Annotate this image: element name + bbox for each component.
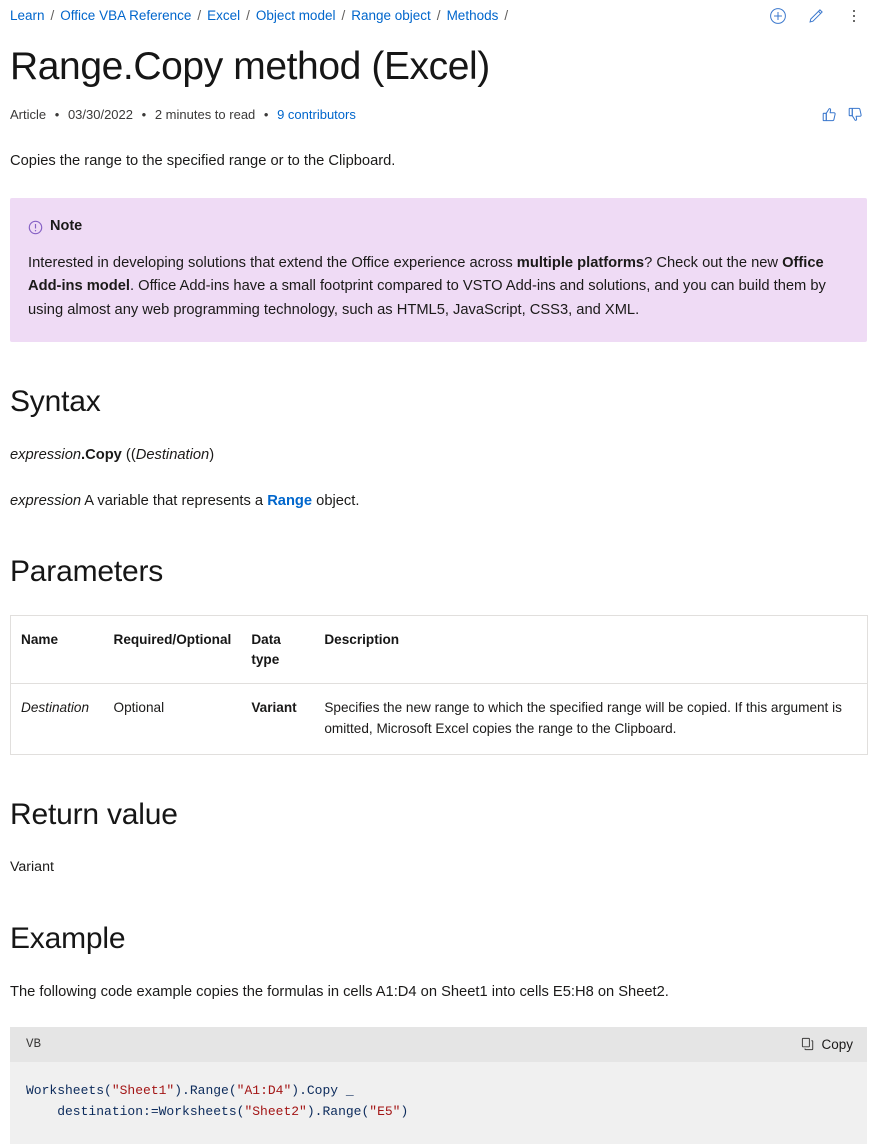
code-line1-string-range: "A1:D4" xyxy=(236,1082,292,1098)
info-circle-icon xyxy=(28,220,43,235)
syntax-desc-expression: expression xyxy=(10,492,82,509)
syntax-desc-middle: A variable that represents a xyxy=(81,492,268,509)
code-line2-part-a: destination:=Worksheets( xyxy=(26,1103,245,1119)
add-to-collection-icon[interactable] xyxy=(769,7,787,25)
table-header-row: Name Required/Optional Data type Descrip… xyxy=(10,615,868,685)
parameters-table-head: Name Required/Optional Data type Descrip… xyxy=(10,615,868,685)
syntax-parameter: Destination xyxy=(135,446,210,463)
page-title: Range.Copy method (Excel) xyxy=(10,45,490,88)
meta-read-time: 2 minutes to read xyxy=(154,106,256,122)
note-bold-multiple-platforms: multiple platforms xyxy=(516,255,645,272)
syntax-description: expression A variable that represents a … xyxy=(10,490,867,512)
code-line1-string-sheet1: "Sheet1" xyxy=(111,1082,175,1098)
table-row: Destination Optional Variant Specifies t… xyxy=(11,684,868,755)
breadcrumb-item-excel[interactable]: Excel xyxy=(207,6,240,26)
meta-type: Article xyxy=(10,106,47,122)
column-header-name: Name xyxy=(10,615,104,685)
breadcrumb-item-range-object[interactable]: Range object xyxy=(351,6,431,26)
note-text-part2: ? Check out the new xyxy=(644,255,783,272)
copy-icon xyxy=(802,1038,814,1051)
kebab-dot xyxy=(852,14,856,18)
breadcrumb: Learn / Office VBA Reference / Excel / O… xyxy=(10,6,769,26)
syntax-open-paren: ( xyxy=(121,446,131,463)
parameters-table-body: Destination Optional Variant Specifies t… xyxy=(11,684,868,755)
example-description: The following code example copies the fo… xyxy=(10,983,669,1000)
article-meta: Article • 03/30/2022 • 2 minutes to read… xyxy=(10,105,821,125)
code-line1-part-b: ).Range( xyxy=(174,1082,237,1098)
code-block-header: VB Copy xyxy=(10,1026,867,1062)
copy-button-label: Copy xyxy=(821,1036,853,1052)
kebab-dot xyxy=(852,9,856,13)
code-line2-part-b: ).Range( xyxy=(306,1103,370,1119)
breadcrumb-item-learn[interactable]: Learn xyxy=(10,6,45,26)
edit-icon[interactable] xyxy=(807,7,825,25)
column-header-data-type: Data type xyxy=(241,615,315,685)
section-heading-parameters: Parameters xyxy=(10,554,164,588)
breadcrumb-item-object-model[interactable]: Object model xyxy=(256,6,336,26)
breadcrumb-separator: / xyxy=(50,7,55,23)
breadcrumb-item-office-vba-reference[interactable]: Office VBA Reference xyxy=(60,6,191,26)
cell-required-optional: Optional xyxy=(113,700,165,716)
note-text-part3: . Office Add-ins have a small footprint … xyxy=(28,278,826,318)
meta-separator: • xyxy=(263,106,269,122)
code-content[interactable]: Worksheets("Sheet1").Range("A1:D4").Copy… xyxy=(10,1061,867,1144)
intro-paragraph: Copies the range to the specified range … xyxy=(10,153,396,170)
code-line2-string-sheet2: "Sheet2" xyxy=(244,1103,307,1119)
top-bar: Learn / Office VBA Reference / Excel / O… xyxy=(10,0,867,27)
breadcrumb-separator: / xyxy=(197,7,202,23)
feedback-controls xyxy=(821,106,867,123)
more-options-icon[interactable] xyxy=(845,7,863,25)
note-text-part1: Interested in developing solutions that … xyxy=(28,255,517,272)
breadcrumb-item-methods[interactable]: Methods xyxy=(447,6,499,26)
cell-data-type: Variant xyxy=(251,700,297,716)
section-heading-syntax: Syntax xyxy=(10,384,101,418)
thumbs-up-icon[interactable] xyxy=(821,106,838,123)
syntax-signature: expression.Copy ((Destination) xyxy=(10,446,215,463)
column-header-required-optional: Required/Optional xyxy=(103,615,242,685)
note-label: Note xyxy=(50,218,83,235)
documentation-page: Learn / Office VBA Reference / Excel / O… xyxy=(0,0,877,1144)
meta-separator: • xyxy=(54,106,60,122)
thumbs-down-icon[interactable] xyxy=(847,106,864,123)
breadcrumb-separator: / xyxy=(436,7,441,23)
article-meta-row: Article • 03/30/2022 • 2 minutes to read… xyxy=(10,105,867,125)
column-header-description: Description xyxy=(314,615,868,685)
meta-contributors-link[interactable]: 9 contributors xyxy=(277,107,356,122)
copy-code-button[interactable]: Copy xyxy=(801,1037,853,1052)
code-line1-part-c: ).Copy _ xyxy=(291,1082,354,1098)
note-header: Note xyxy=(28,216,849,238)
breadcrumb-separator: / xyxy=(341,7,346,23)
syntax-desc-suffix: object. xyxy=(312,492,360,509)
breadcrumb-separator: / xyxy=(246,7,250,23)
syntax-close-paren: ) xyxy=(209,446,215,463)
meta-separator: • xyxy=(141,106,147,122)
breadcrumb-separator: / xyxy=(504,7,509,23)
kebab-dot xyxy=(852,19,856,23)
meta-date: 03/30/2022 xyxy=(67,106,134,122)
section-heading-example: Example xyxy=(10,921,126,955)
code-line2-part-c: ) xyxy=(400,1103,409,1119)
code-line1-part-a: Worksheets( xyxy=(26,1082,112,1098)
note-text: Interested in developing solutions that … xyxy=(28,252,849,322)
header-actions xyxy=(769,7,867,25)
code-language-label: VB xyxy=(26,1036,42,1051)
syntax-expression: expression xyxy=(10,446,82,463)
note-callout: Note Interested in developing solutions … xyxy=(10,198,867,342)
return-value-text: Variant xyxy=(10,859,54,876)
parameters-table: Name Required/Optional Data type Descrip… xyxy=(10,614,868,756)
code-line2-string-range: "E5" xyxy=(369,1103,401,1119)
syntax-method-name: .Copy xyxy=(81,446,122,463)
code-block: VB Copy Worksheets("Sheet1").Range("A1:D… xyxy=(10,1026,867,1144)
cell-description: Specifies the new range to which the spe… xyxy=(324,700,842,737)
cell-parameter-name: Destination xyxy=(21,700,90,716)
range-object-link[interactable]: Range xyxy=(267,493,312,509)
section-heading-return-value: Return value xyxy=(10,798,178,832)
